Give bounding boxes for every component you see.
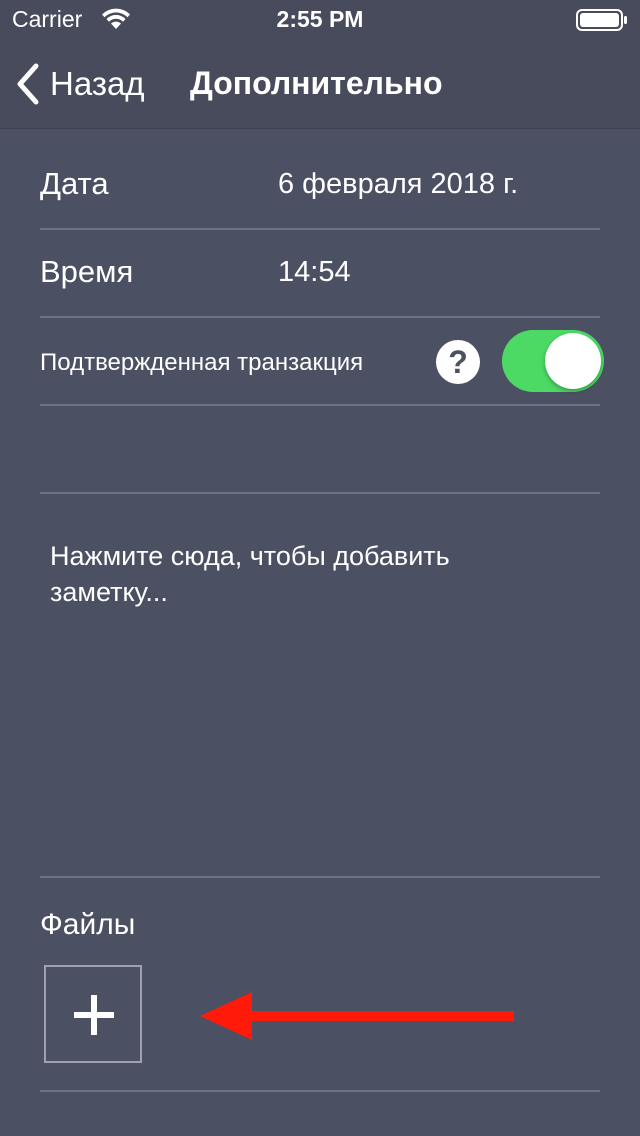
back-button[interactable]: Назад xyxy=(14,62,145,106)
bottom-divider xyxy=(40,1090,600,1092)
screen: Carrier 2:55 PM Назад Дополнительно Дата… xyxy=(0,0,640,1136)
back-label: Назад xyxy=(50,65,145,102)
add-file-button[interactable] xyxy=(44,965,142,1063)
nav-bar: Назад Дополнительно xyxy=(0,40,640,128)
note-placeholder: Нажмите сюда, чтобы добавить заметку... xyxy=(50,541,450,607)
date-label: Дата xyxy=(40,166,109,201)
date-row[interactable]: Дата 6 февраля 2018 г. xyxy=(40,140,600,230)
top-area: Carrier 2:55 PM Назад Дополнительно xyxy=(0,0,640,129)
note-field[interactable]: Нажмите сюда, чтобы добавить заметку... xyxy=(40,494,600,878)
time-row[interactable]: Время 14:54 xyxy=(40,228,600,318)
page-title: Дополнительно xyxy=(190,65,443,101)
arrow-left-icon xyxy=(200,992,514,1040)
empty-row xyxy=(40,404,600,494)
confirmed-transaction-row: Подтвержденная транзакция ? xyxy=(40,316,604,406)
help-icon[interactable]: ? xyxy=(436,340,480,384)
time-label: Время xyxy=(40,254,134,289)
status-bar: Carrier 2:55 PM xyxy=(0,0,640,40)
confirmed-transaction-toggle[interactable] xyxy=(502,330,604,392)
status-time: 2:55 PM xyxy=(276,6,364,32)
toggle-knob xyxy=(545,333,601,389)
time-value[interactable]: 14:54 xyxy=(278,256,351,289)
chevron-left-icon xyxy=(17,63,39,105)
battery-icon xyxy=(576,9,627,31)
plus-icon xyxy=(74,995,114,1035)
date-value[interactable]: 6 февраля 2018 г. xyxy=(278,168,518,201)
files-label: Файлы xyxy=(40,908,136,941)
confirmed-transaction-label: Подтвержденная транзакция xyxy=(40,349,364,376)
